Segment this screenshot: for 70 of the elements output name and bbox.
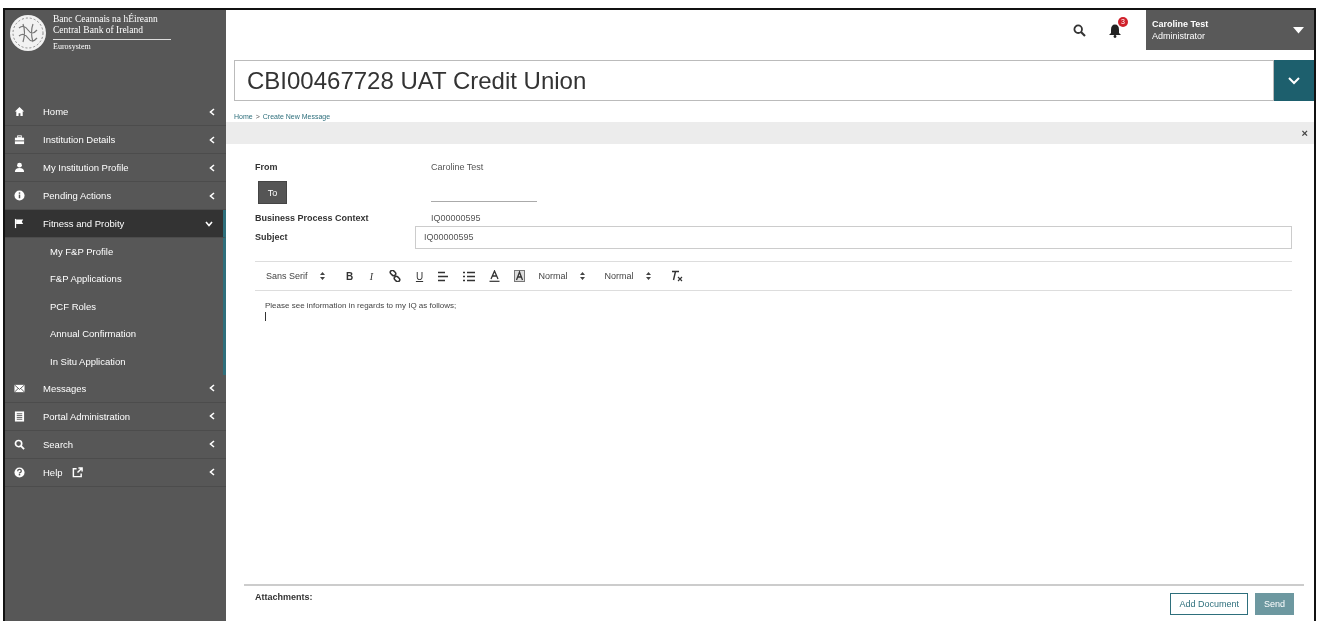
underline-button[interactable]: U: [414, 270, 425, 282]
sidebar-item[interactable]: My Institution Profile: [5, 154, 226, 182]
chevron-left-icon: [208, 412, 216, 421]
add-document-button[interactable]: Add Document: [1170, 592, 1248, 615]
sidebar-item[interactable]: Search: [5, 430, 226, 459]
question-icon: [14, 466, 25, 478]
chevron-left-icon: [208, 468, 216, 477]
envelope-icon: [14, 382, 25, 394]
close-button[interactable]: ×: [1301, 127, 1308, 139]
up-down-icon: [319, 272, 325, 280]
search-icon[interactable]: [1073, 23, 1086, 37]
chevron-down-icon: [205, 219, 213, 228]
from-value: Caroline Test: [431, 162, 484, 172]
align-left-icon[interactable]: [436, 270, 449, 282]
sidebar-subitem[interactable]: In Situ Application: [5, 347, 223, 375]
format-dropdown[interactable]: Normal: [604, 271, 651, 281]
briefcase-icon: [14, 134, 25, 145]
attachments-label: Attachments:: [255, 592, 313, 602]
sidebar-item[interactable]: Institution Details: [5, 126, 226, 154]
sidebar-subitem[interactable]: Annual Confirmation: [5, 320, 223, 348]
up-down-icon: [579, 272, 585, 280]
sidebar-item[interactable]: Fitness and Probity: [5, 210, 226, 238]
text-color-icon[interactable]: [488, 270, 500, 282]
bank-name-irish: Banc Ceannais na hÉireann: [53, 14, 159, 25]
up-down-icon: [645, 272, 651, 280]
to-button[interactable]: To: [258, 181, 287, 204]
caret-down-icon: [1293, 26, 1304, 34]
bank-name-english: Central Bank of Ireland: [53, 25, 144, 36]
sidebar-subitem[interactable]: PCF Roles: [5, 292, 223, 321]
sidebar-subitem[interactable]: F&P Applications: [5, 265, 223, 293]
chevron-down-icon: [1288, 76, 1300, 85]
eurosystem-label: Eurosystem: [53, 39, 171, 51]
context-label: Business Process Context: [255, 213, 370, 223]
bell-icon[interactable]: [1108, 22, 1122, 38]
sidebar-item[interactable]: Home: [5, 98, 226, 126]
subject-label: Subject: [255, 232, 289, 242]
bold-button[interactable]: B: [344, 270, 355, 282]
external-link-icon: [71, 466, 83, 478]
sidebar-subitem[interactable]: My F&P Profile: [5, 238, 223, 266]
home-icon: [14, 106, 25, 117]
clear-format-icon[interactable]: [670, 270, 683, 282]
chevron-left-icon: [208, 163, 216, 172]
sidebar-item[interactable]: Messages: [5, 374, 226, 403]
message-body-text: Please see information in regards to my IQ as follows;: [265, 301, 458, 310]
info-icon: [14, 190, 25, 201]
list-icon: [14, 410, 25, 422]
subject-input-field[interactable]: IQ00000595: [415, 225, 1292, 249]
chevron-left-icon: [208, 107, 216, 116]
sidebar-item[interactable]: Portal Administration: [5, 402, 226, 431]
chevron-left-icon: [208, 135, 216, 144]
italic-button[interactable]: I: [366, 270, 377, 282]
context-value: IQ00000595: [431, 213, 481, 223]
user-menu[interactable]: Caroline Test Administrator: [1146, 10, 1314, 50]
person-icon: [14, 162, 25, 173]
chevron-left-icon: [208, 440, 216, 449]
message-editor[interactable]: Please see information in regards to my IQ as follows;: [255, 291, 1292, 584]
format-dropdown[interactable]: Normal: [538, 271, 585, 281]
from-label: From: [255, 162, 279, 172]
flag-icon: [14, 218, 25, 229]
seal-logo-icon: [9, 14, 47, 52]
highlight-color-icon[interactable]: [513, 270, 525, 282]
sidebar-item[interactable]: Help: [5, 458, 226, 487]
bullet-list-icon[interactable]: [462, 270, 475, 282]
chevron-left-icon: [208, 384, 216, 393]
text-cursor: [265, 312, 266, 321]
format-dropdown[interactable]: Sans Serif: [266, 271, 325, 281]
institution-title: CBI00467728 UAT Credit Union: [234, 60, 1274, 101]
search-icon: [14, 438, 25, 450]
link-icon[interactable]: [388, 270, 401, 282]
chevron-left-icon: [208, 191, 216, 200]
